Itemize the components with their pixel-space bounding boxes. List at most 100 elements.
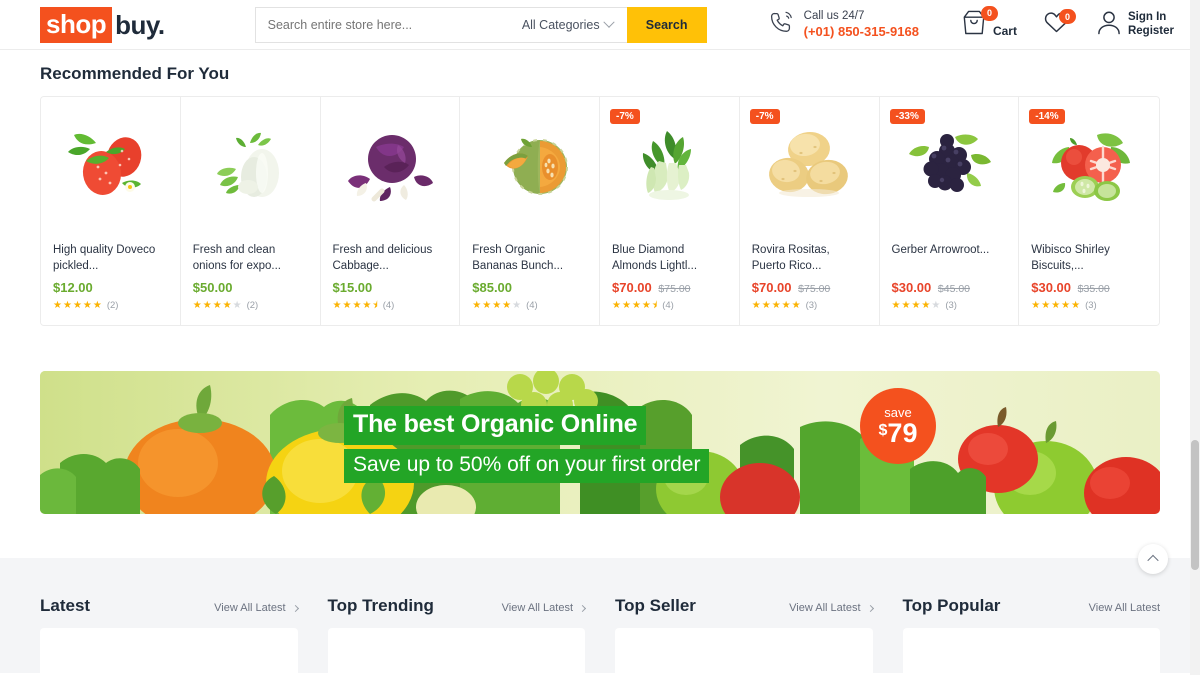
promo-banner-wrapper: The best Organic Online Save up to 50% o… [0,326,1200,514]
account-button[interactable]: Sign In Register [1096,9,1174,41]
section-card[interactable] [902,628,1160,675]
site-logo[interactable]: shop buy. [40,6,165,43]
price-old: $75.00 [658,283,691,295]
price-current: $15.00 [332,280,373,295]
call-us-block[interactable]: Call us 24/7 (+01) 850-315-9168 [769,9,919,40]
product-price: $50.00 [193,280,308,295]
section-card[interactable] [40,628,298,675]
product-price: $85.00 [472,280,587,295]
cart-count-badge: 0 [980,5,998,21]
product-name: Wibisco Shirley Biscuits,... [1031,244,1110,272]
page-scrollbar[interactable] [1190,0,1200,675]
save-badge: save $79 [860,388,936,464]
price-current: $30.00 [891,280,932,295]
product-rating: ★ ★ ★ ★ ★ (2) [192,299,259,311]
review-count: (4) [662,300,674,311]
chevron-right-icon [291,604,299,612]
price-current: $70.00 [612,280,652,295]
price-old: $75.00 [798,283,831,295]
scrollbar-thumb[interactable] [1191,440,1199,570]
recommended-product-grid: High quality Doveco pickled... $12.00 ★ ★… [40,96,1160,326]
product-name: Fresh and clean onions for expo... [192,244,281,272]
price-current: $85.00 [472,280,513,295]
product-card[interactable]: -33% Gerber Arrowroot... $30.00 $45.00 ★… [879,97,1020,325]
wishlist-button[interactable]: 0 [1043,9,1076,39]
view-all-link[interactable]: View All Latest [789,602,874,614]
review-count: (4) [382,300,395,311]
search-input[interactable] [267,17,522,32]
scroll-to-top-button[interactable] [1138,544,1168,574]
wishlist-count-badge: 0 [1058,9,1076,24]
section-card[interactable] [615,628,873,675]
register-label: Register [1127,24,1174,37]
product-price: $12.00 [53,280,168,295]
discount-badge: -7% [749,109,780,124]
product-card[interactable]: -7% Rovira Rositas, Puerto Rico... $70.0… [739,97,880,325]
lower-sections: Latest View All Latest Top Trending View… [0,544,1200,675]
banner-headline: The best Organic Online [344,406,647,445]
section-title: Top Seller [615,596,696,615]
price-old: $45.00 [937,283,971,295]
price-old: $35.00 [1077,283,1110,295]
view-all-link[interactable]: View All Latest [214,602,299,614]
view-all-label: View All Latest [1088,602,1160,614]
product-card[interactable]: -7% Blue Diamond Almonds Lightl... $70.0… [600,97,740,325]
view-all-label: View All Latest [789,602,861,614]
discount-badge: -33% [889,109,925,124]
product-image-cantaloupe [472,107,587,225]
view-all-label: View All Latest [501,602,573,614]
product-image-fennel [193,107,308,225]
category-select[interactable]: All Categories [521,16,617,32]
review-count: (2) [246,300,259,311]
product-card[interactable]: Fresh Organic Bananas Bunch... $85.00 ★ ★… [460,97,600,325]
review-count: (4) [526,300,538,311]
product-card[interactable]: Fresh and delicious Cabbage... $15.00 ★ ★… [320,97,461,325]
user-icon [1096,9,1122,41]
product-card[interactable]: High quality Doveco pickled... $12.00 ★ ★… [41,97,181,325]
section-title: Top Trending [327,596,434,615]
cart-button[interactable]: 0 Cart [961,5,1017,41]
chevron-right-icon [866,604,874,612]
section-latest: Latest View All Latest [40,558,299,675]
view-all-link[interactable]: View All Latest [501,602,587,614]
product-rating: ★ ★ ★ ★ ★ (3) [751,299,818,311]
header-actions: 0 Cart 0 Sign In Register [961,5,1188,41]
product-rating: ★ ★ ★ ★ ⯨ (4) [332,299,395,311]
section-top-trending: Top Trending View All Latest [327,558,587,675]
product-price: $70.00 $75.00 [752,280,867,295]
banner-text-block: The best Organic Online Save up to 50% o… [344,406,710,483]
product-image-bok-choy [612,107,727,225]
product-card[interactable]: Fresh and clean onions for expo... $50.0… [180,97,321,325]
promo-banner[interactable]: The best Organic Online Save up to 50% o… [40,371,1160,514]
section-card[interactable] [327,628,585,675]
product-image-tomato-cucumber [1031,107,1147,225]
review-count: (2) [106,300,119,311]
category-select-label: All Categories [521,17,600,32]
save-amount: $79 [879,419,918,447]
logo-shop-text: shop [40,6,113,43]
discount-badge: -7% [610,109,640,124]
search-field: All Categories [254,6,627,43]
section-title: Top Popular [902,596,1001,615]
banner-subline: Save up to 50% off on your first order [344,449,710,483]
product-name: High quality Doveco pickled... [53,244,156,272]
site-header: shop buy. All Categories Search Call us … [0,0,1200,50]
product-rating: ★ ★ ★ ★ ★ (4) [472,299,538,311]
sign-in-label: Sign In [1127,10,1167,23]
product-price: $30.00 $35.00 [1031,280,1147,295]
recommended-grid-wrapper: High quality Doveco pickled... $12.00 ★ ★… [0,96,1200,326]
logo-buy-text: buy. [115,9,165,40]
view-all-link[interactable]: View All Latest [1089,602,1160,614]
product-image-strawberries [53,107,168,225]
section-title: Latest [40,596,91,615]
recommended-section-title: Recommended For You [40,64,230,83]
price-current: $30.00 [1031,280,1072,295]
cart-label: Cart [992,24,1017,38]
search-bar: All Categories Search [254,6,707,43]
product-name: Fresh and delicious Cabbage... [332,244,433,272]
product-rating: ★ ★ ★ ★ ⯨ (4) [612,299,674,311]
product-rating: ★ ★ ★ ★ ★ (3) [1031,299,1097,311]
search-button[interactable]: Search [626,6,707,43]
product-image-potatoes [752,107,867,225]
product-card[interactable]: -14% Wibisco Shirley Biscuits,... $30.00… [1019,97,1159,325]
